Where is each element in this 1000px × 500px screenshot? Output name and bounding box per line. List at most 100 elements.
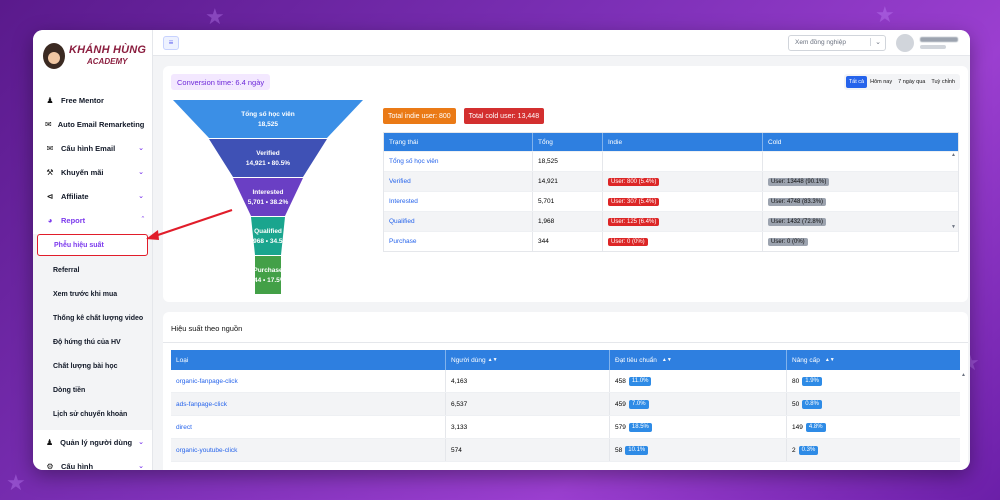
star-decoration-icon: ★ bbox=[6, 470, 26, 495]
status-link[interactable]: Tổng số học viên bbox=[384, 158, 532, 165]
range-7days-button[interactable]: 7 ngày qua bbox=[895, 76, 928, 88]
section-title: Hiệu suất theo nguồn bbox=[171, 324, 243, 333]
user-totals: Total indie user: 800 Total cold user: 1… bbox=[383, 108, 545, 124]
table-cell: 2 0.3% bbox=[786, 439, 960, 461]
sidebar: KHÁNH HÙNG ACADEMY ♟ Free Mentor ✉ Auto … bbox=[33, 30, 153, 470]
table-row: organic-youtube-click 574 58 10.1% 2 0.3% bbox=[171, 439, 960, 462]
source-link[interactable]: direct bbox=[171, 424, 445, 431]
table-cell: 6,537 bbox=[445, 393, 609, 415]
sidebar-item-user-management[interactable]: ♟ Quản lý người dùng ⌄ bbox=[33, 430, 152, 454]
menu-toggle-icon[interactable]: ≡ bbox=[163, 35, 179, 50]
funnel-stage-4-label: Purchase 344 • 17.5% bbox=[250, 267, 286, 284]
column-header-type[interactable]: Loại bbox=[171, 357, 445, 364]
table-cell: User: 0 (0%) bbox=[602, 232, 762, 251]
table-row: Tổng số học viên 18,525 bbox=[384, 151, 958, 171]
percent-badge: 0.3% bbox=[798, 445, 819, 455]
logo-main-text: KHÁNH HÙNG bbox=[69, 44, 147, 56]
chevron-down-icon: ⌄ bbox=[870, 37, 881, 46]
sidebar-item-affiliate[interactable]: ⊲ Affiliate ⌄ bbox=[33, 184, 152, 208]
column-header-users[interactable]: Người dùng ▲▼ bbox=[445, 350, 609, 370]
percent-badge: 11.0% bbox=[628, 376, 652, 386]
table-row: direct 3,133 579 18.5% 149 4.8% bbox=[171, 416, 960, 439]
sidebar-item-auto-email[interactable]: ✉ Auto Email Remarketing bbox=[33, 112, 152, 136]
sidebar-item-promotion[interactable]: ⚒ Khuyến mãi ⌄ bbox=[33, 160, 152, 184]
chevron-down-icon: ⌄ bbox=[138, 145, 144, 152]
subnav-item-performance-funnel[interactable]: Phễu hiệu suất bbox=[37, 234, 148, 256]
report-submenu: Phễu hiệu suất Referral Xem trước khi mu… bbox=[33, 234, 152, 430]
table-cell: 1,968 bbox=[532, 212, 602, 231]
sidebar-item-report[interactable]: ◕ Report ˆ bbox=[33, 208, 152, 232]
percent-badge: 4.8% bbox=[805, 422, 826, 432]
source-link[interactable]: ads-fanpage-click bbox=[171, 401, 445, 408]
percent-badge: 18.5% bbox=[628, 422, 652, 432]
source-link[interactable]: organic-youtube-click bbox=[171, 447, 445, 454]
table-row: Interested 5,701 User: 307 (5.4%) User: … bbox=[384, 191, 958, 211]
subnav-item-transfer-history[interactable]: Lịch sử chuyển khoản bbox=[33, 402, 152, 426]
column-header-upgrade[interactable]: Nâng cấp ▲▼ bbox=[786, 350, 960, 370]
sidebar-item-label: Free Mentor bbox=[61, 95, 104, 105]
table-cell: 80 1.9% bbox=[786, 370, 960, 392]
subnav-item-student-interest[interactable]: Độ hứng thú của HV bbox=[33, 330, 152, 354]
subnav-item-cash-flow[interactable]: Dòng tiền bbox=[33, 378, 152, 402]
table-cell: 18,525 bbox=[532, 152, 602, 171]
percent-badge: 1.9% bbox=[802, 376, 822, 386]
table-cell: 5,701 bbox=[532, 192, 602, 211]
sidebar-item-label: Cấu hình bbox=[61, 461, 94, 471]
column-header: Indie bbox=[602, 133, 762, 151]
table-cell: 579 18.5% bbox=[609, 416, 786, 438]
table-cell: 459 7.0% bbox=[609, 393, 786, 415]
range-today-button[interactable]: Hôm nay bbox=[867, 76, 895, 88]
total-cold-badge: Total cold user: 13,448 bbox=[463, 108, 545, 124]
funnel-stage-1-label: Verified 14,921 • 80.5% bbox=[245, 150, 291, 167]
column-header-qualified[interactable]: Đạt tiêu chuẩn ▲▼ bbox=[609, 350, 786, 370]
subnav-item-preview-before-buy[interactable]: Xem trước khi mua bbox=[33, 282, 152, 306]
percent-badge: 0.8% bbox=[802, 399, 822, 409]
sidebar-item-label: Report bbox=[61, 215, 86, 225]
avatar[interactable] bbox=[896, 33, 914, 52]
range-all-button[interactable]: Tất cả bbox=[845, 76, 868, 88]
mail-icon: ✉ bbox=[45, 119, 52, 129]
sidebar-item-settings[interactable]: ⚙ Cấu hình ⌄ bbox=[33, 454, 152, 471]
sidebar-item-label: Quản lý người dùng bbox=[60, 437, 133, 447]
status-link[interactable]: Qualified bbox=[384, 218, 532, 225]
chevron-down-icon: ⌄ bbox=[138, 193, 144, 200]
total-indie-badge: Total indie user: 800 bbox=[383, 108, 456, 124]
table-cell: User: 13448 (90.1%) bbox=[762, 172, 958, 191]
table-cell: 574 bbox=[445, 439, 609, 461]
user-name-blurred[interactable] bbox=[920, 36, 960, 49]
table-scrollbar[interactable]: ▲ bbox=[961, 372, 967, 378]
percent-badge: 7.0% bbox=[628, 399, 649, 409]
table-row: organic-fanpage-click 4,163 458 11.0% 80 1… bbox=[171, 370, 960, 393]
colleague-select[interactable]: Xem đồng nghiệp ⌄ bbox=[788, 34, 886, 51]
status-link[interactable]: Interested bbox=[384, 198, 532, 205]
star-decoration-icon: ★ bbox=[875, 2, 895, 27]
table-row: Qualified 1,968 User: 125 (6.4%) User: 1… bbox=[384, 211, 958, 231]
table-cell: 58 10.1% bbox=[609, 439, 786, 461]
gear-icon: ⚙ bbox=[46, 461, 54, 471]
source-table: Loại Người dùng ▲▼ Đạt tiêu chuẩn ▲▼ Nâng … bbox=[171, 350, 960, 462]
subnav-item-referral[interactable]: Referral bbox=[33, 258, 152, 282]
chevron-down-icon: ⌄ bbox=[138, 169, 144, 176]
table-cell: User: 4748 (83.3%) bbox=[762, 192, 958, 211]
table-cell: 344 bbox=[532, 232, 602, 251]
table-scrollbar[interactable]: ▲ ▼ bbox=[951, 152, 957, 230]
indie-badge: User: 0 (0%) bbox=[608, 237, 648, 246]
subnav-item-video-quality[interactable]: Thống kê chất lượng video bbox=[33, 306, 152, 330]
logo[interactable]: KHÁNH HÙNG ACADEMY bbox=[33, 30, 152, 82]
status-link[interactable]: Verified bbox=[384, 178, 532, 185]
table-row: Purchase 344 User: 0 (0%) User: 0 (0%) bbox=[384, 231, 958, 251]
sort-icon: ▲▼ bbox=[487, 357, 498, 363]
sidebar-item-free-mentor[interactable]: ♟ Free Mentor bbox=[33, 88, 152, 112]
table-cell: User: 800 (5.4%) bbox=[602, 172, 762, 191]
chevron-down-icon: ⌄ bbox=[138, 439, 144, 446]
status-link[interactable]: Purchase bbox=[384, 238, 532, 245]
percent-badge: 10.1% bbox=[625, 445, 649, 455]
sidebar-item-email-config[interactable]: ✉ Cấu hình Email ⌄ bbox=[33, 136, 152, 160]
table-header: Loại Người dùng ▲▼ Đạt tiêu chuẩn ▲▼ Nâng … bbox=[171, 350, 960, 370]
cold-badge: User: 4748 (83.3%) bbox=[768, 197, 827, 206]
column-header: Trạng thái bbox=[389, 138, 419, 146]
range-custom-button[interactable]: Tuỳ chỉnh bbox=[928, 76, 958, 88]
subnav-item-lesson-quality[interactable]: Chất lượng bài học bbox=[33, 354, 152, 378]
source-link[interactable]: organic-fanpage-click bbox=[171, 378, 445, 385]
colleague-select-placeholder: Xem đồng nghiệp bbox=[795, 39, 846, 46]
